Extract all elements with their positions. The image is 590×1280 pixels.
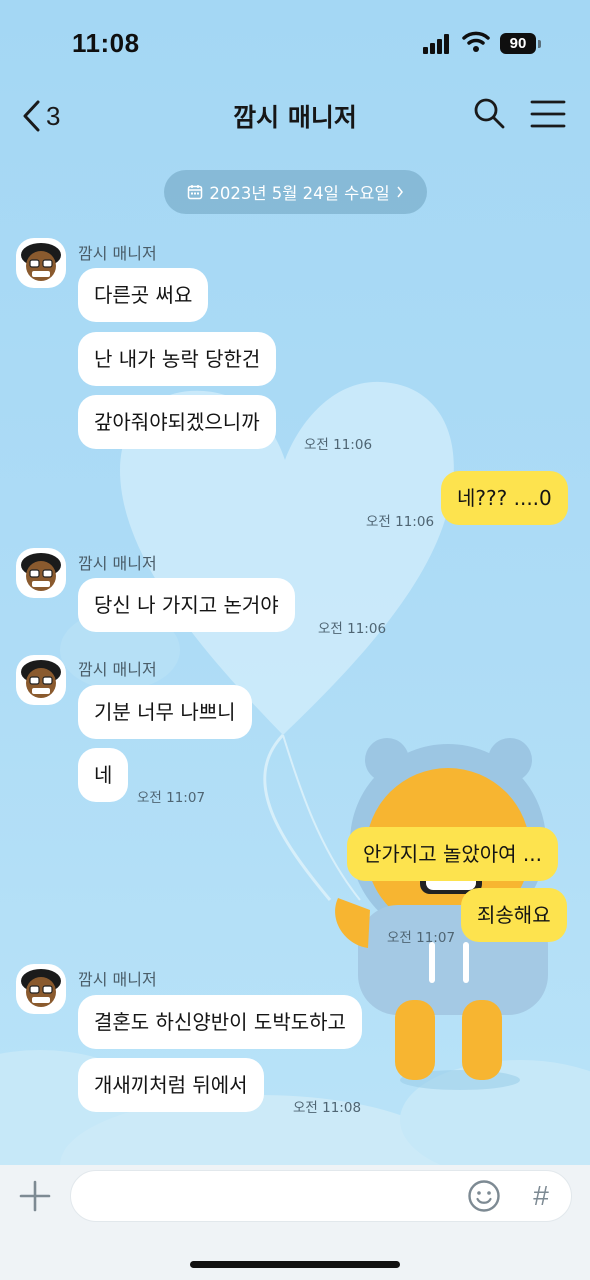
message-time: 오전 11:06 [304, 437, 373, 453]
sender-name: 깜시 매니저 [78, 970, 157, 989]
status-bar: 11:08 90 [0, 0, 590, 88]
plus-icon[interactable] [18, 1179, 52, 1213]
message-composer: # [0, 1165, 590, 1280]
message-time: 오전 11:07 [137, 790, 206, 806]
date-label: 2023년 5월 24일 수요일 [209, 184, 390, 203]
my-message-bubble[interactable]: 네??? ....0 [441, 471, 568, 525]
avatar[interactable] [16, 964, 66, 1014]
cellular-signal-icon [423, 34, 449, 54]
status-time: 11:08 [72, 28, 140, 58]
date-divider[interactable]: 2023년 5월 24일 수요일 [164, 170, 427, 214]
message-bubble[interactable]: 당신 나 가지고 논거야 [78, 578, 295, 632]
message-bubble[interactable]: 결혼도 하신양반이 도박도하고 [78, 995, 362, 1049]
message-bubble[interactable]: 개새끼처럼 뒤에서 [78, 1058, 264, 1112]
message-bubble[interactable]: 다른곳 써요 [78, 268, 209, 322]
smiley-icon[interactable] [467, 1179, 501, 1213]
hashtag-button[interactable]: # [527, 1179, 555, 1213]
message-bubble[interactable]: 네 [78, 748, 129, 802]
avatar[interactable] [16, 238, 66, 288]
calendar-icon [188, 185, 203, 200]
message-bubble[interactable]: 기분 너무 나쁘니 [78, 685, 252, 739]
my-message-bubble[interactable]: 안가지고 놀았아여 ... [347, 827, 558, 881]
message-bubble[interactable]: 난 내가 농락 당한건 [78, 332, 277, 386]
sender-name: 깜시 매니저 [78, 244, 157, 263]
profile-face-icon [21, 660, 61, 698]
message-time: 오전 11:07 [387, 930, 456, 946]
profile-face-icon [21, 553, 61, 591]
chevron-right-icon [397, 186, 403, 198]
battery-icon: 90 [500, 33, 536, 54]
wifi-icon [462, 31, 490, 52]
message-time: 오전 11:06 [366, 514, 435, 530]
sender-name: 깜시 매니저 [78, 660, 157, 679]
sender-name: 깜시 매니저 [78, 554, 157, 573]
message-time: 오전 11:08 [293, 1100, 362, 1116]
avatar[interactable] [16, 548, 66, 598]
battery-tip [538, 40, 541, 48]
my-message-bubble[interactable]: 죄송해요 [461, 888, 567, 942]
hamburger-icon[interactable] [530, 98, 566, 130]
home-indicator [190, 1261, 400, 1268]
profile-face-icon [21, 243, 61, 281]
message-input[interactable]: # [70, 1170, 572, 1222]
message-bubble[interactable]: 갚아줘야되겠으니까 [78, 395, 276, 449]
message-time: 오전 11:06 [318, 621, 387, 637]
search-icon[interactable] [472, 96, 506, 130]
avatar[interactable] [16, 655, 66, 705]
chat-header: 3 깜시 매니저 [0, 88, 590, 144]
profile-face-icon [21, 969, 61, 1007]
